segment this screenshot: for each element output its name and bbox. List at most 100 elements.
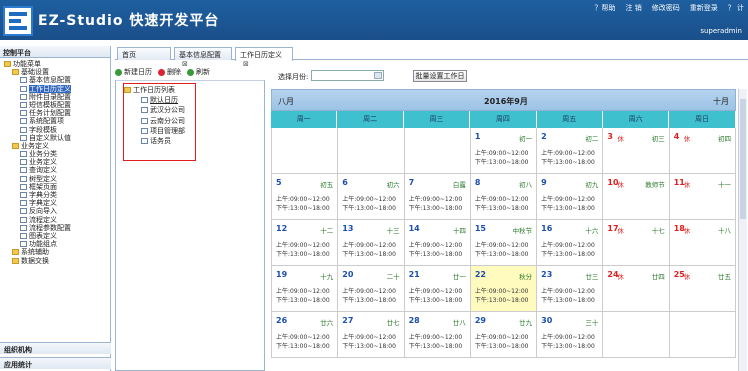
change-password-link[interactable]: 修改密码: [652, 3, 680, 13]
calendar-day-cell[interactable]: [272, 128, 339, 174]
menu-item[interactable]: 流程参数配置: [0, 224, 110, 232]
delete-icon: [158, 68, 165, 76]
tab-basic-info[interactable]: 基本信息配置⊠: [174, 47, 232, 68]
section-stats[interactable]: 应用统计: [0, 357, 111, 369]
calendar-item-project[interactable]: 项目管理部: [141, 127, 185, 136]
batch-set-workday-button[interactable]: 批量设置工作日: [413, 70, 467, 82]
calendar-item-label: 项目管理部: [150, 127, 185, 135]
calendar-item-yunnan[interactable]: 云南分公司: [141, 117, 185, 126]
day-number: 30: [541, 316, 553, 325]
afternoon-hours: 下午:13:00~18:00: [342, 297, 396, 304]
day-number: 13: [342, 224, 354, 233]
section-org[interactable]: 组织机构: [0, 342, 111, 354]
menu-item[interactable]: 业务定义: [0, 142, 110, 150]
menu-item[interactable]: 流程定义: [0, 216, 110, 224]
menu-item[interactable]: 树型定义: [0, 175, 110, 183]
scroll-thumb[interactable]: [740, 99, 746, 219]
logout-link[interactable]: 注 销: [626, 3, 642, 13]
menu-item[interactable]: 数据交换: [0, 257, 110, 265]
menu-item[interactable]: 短信模板配置: [0, 101, 110, 109]
tab-work-calendar[interactable]: 工作日历定义⊠: [235, 47, 293, 68]
calendar-day-cell[interactable]: [669, 312, 736, 358]
calendar-day-cell[interactable]: [603, 312, 670, 358]
calendar-day-cell[interactable]: 15 中秋节 上午:09:00~12:00 下午:13:00~18:00: [470, 220, 538, 266]
menu-item[interactable]: 基本信息配置: [0, 76, 110, 84]
calendar-day-cell[interactable]: 1 初一 上午:09:00~12:00 下午:13:00~18:00: [470, 128, 538, 174]
menu-item[interactable]: 自定义默认值: [0, 134, 110, 142]
menu-item[interactable]: 系统配置项: [0, 117, 110, 125]
lunar-label: 教师节: [645, 181, 665, 189]
calendar-day-cell[interactable]: 26 廿六 上午:09:00~12:00 下午:13:00~18:00: [272, 312, 339, 358]
menu-item[interactable]: 字段模板: [0, 126, 110, 134]
calendar-day-cell[interactable]: 17 十七休: [603, 220, 670, 266]
calendar-item-operator[interactable]: 话务员: [141, 137, 171, 146]
calendar-day-cell[interactable]: 16 十六 上午:09:00~12:00 下午:13:00~18:00: [537, 220, 604, 266]
calendar-day-cell[interactable]: [404, 128, 471, 174]
calendar-day-cell[interactable]: 20 二十 上午:09:00~12:00 下午:13:00~18:00: [338, 266, 405, 312]
calendar-day-cell[interactable]: 4 初四 休: [669, 128, 736, 174]
menu-item[interactable]: 反向导入: [0, 207, 110, 215]
menu-item[interactable]: 功能组点: [0, 240, 110, 248]
menu-item[interactable]: 查询定义: [0, 166, 110, 174]
calendar-item-label: 武汉分公司: [150, 106, 185, 114]
calendar-day-cell[interactable]: 25 廿五休: [669, 266, 736, 312]
menu-item[interactable]: 字典分类: [0, 191, 110, 199]
calendar-day-cell[interactable]: 11 十一休: [669, 174, 736, 220]
weekday-row: 周一 周二 周三 周四 周五 周六 周日: [271, 111, 736, 128]
calendar-day-cell[interactable]: 27 廿七 上午:09:00~12:00 下午:13:00~18:00: [338, 312, 405, 358]
calendar-day-cell[interactable]: 2 初二 上午:09:00~12:00 下午:13:00~18:00: [537, 128, 604, 174]
calendar-day-cell[interactable]: 23 廿三 上午:09:00~12:00 下午:13:00~18:00: [537, 266, 604, 312]
menu-item[interactable]: 功能菜单: [0, 60, 110, 68]
calendar-day-cell[interactable]: 14 十四 上午:09:00~12:00 下午:13:00~18:00: [404, 220, 471, 266]
calendar-day-cell[interactable]: 3 初三 休: [603, 128, 670, 174]
menu-item-label: 附件目录配置: [29, 92, 71, 101]
calendar-day-cell[interactable]: 12 十二 上午:09:00~12:00 下午:13:00~18:00: [272, 220, 339, 266]
month-select-input[interactable]: [311, 70, 384, 81]
calendar-day-cell[interactable]: 6 初六 上午:09:00~12:00 下午:13:00~18:00: [338, 174, 405, 220]
menu-item[interactable]: 图表定义: [0, 232, 110, 240]
morning-hours: 上午:09:00~12:00: [342, 196, 396, 203]
calendar-day-cell[interactable]: 13 十三 上午:09:00~12:00 下午:13:00~18:00: [338, 220, 405, 266]
menu-item[interactable]: 工作日历定义: [0, 84, 110, 93]
calendar-day-cell[interactable]: 28 廿八 上午:09:00~12:00 下午:13:00~18:00: [404, 312, 471, 358]
refresh-button[interactable]: 刷新: [187, 67, 210, 77]
calendar-day-cell[interactable]: 8 初八 上午:09:00~12:00 下午:13:00~18:00: [470, 174, 538, 220]
delete-button[interactable]: 删除: [158, 67, 181, 77]
menu-item-label: 系统辅助: [21, 248, 49, 257]
day-number: 28: [408, 316, 420, 325]
page-icon: [20, 126, 27, 133]
vertical-scrollbar[interactable]: [738, 89, 747, 371]
calendar-day-cell[interactable]: 24 廿四休: [603, 266, 670, 312]
next-month-link[interactable]: 十月: [713, 96, 729, 107]
calendar-picker-icon[interactable]: [374, 72, 382, 79]
calendar-day-cell[interactable]: 18 十八休: [669, 220, 736, 266]
calendar-day-cell[interactable]: 22 秋分 上午:09:00~12:00 下午:13:00~18:00: [470, 266, 538, 312]
calendar-day-cell[interactable]: 10 教师节休: [603, 174, 670, 220]
relogin-link[interactable]: 重新登录: [690, 3, 718, 13]
folder-icon: [4, 61, 11, 67]
tab-home[interactable]: 首页: [117, 47, 171, 60]
calendar-list-root[interactable]: 工作日历列表: [124, 86, 175, 95]
calendar-day-cell[interactable]: 30 三十 上午:09:00~12:00 下午:13:00~18:00: [537, 312, 604, 358]
prev-month-link[interactable]: 八月: [278, 96, 294, 107]
calendar-day-cell[interactable]: 19 十九 上午:09:00~12:00 下午:13:00~18:00: [272, 266, 339, 312]
calendar-day-cell[interactable]: 9 初九 上午:09:00~12:00 下午:13:00~18:00: [537, 174, 604, 220]
lunar-label: 廿四: [651, 273, 665, 281]
menu-item[interactable]: 附件目录配置: [0, 93, 110, 101]
calendar-item-default[interactable]: 默认日历: [141, 96, 178, 105]
lunar-label: 十二: [320, 227, 334, 235]
calendar-day-cell[interactable]: 29 廿九 上午:09:00~12:00 下午:13:00~18:00: [470, 312, 538, 358]
menu-item-label: 框架页面: [29, 182, 57, 191]
calendar-item-wuhan[interactable]: 武汉分公司: [141, 106, 185, 115]
about-link[interactable]: ？ 计: [728, 3, 744, 13]
help-link[interactable]: ？帮助: [595, 3, 616, 13]
new-calendar-button[interactable]: 新建日历: [115, 67, 152, 77]
calendar-day-cell[interactable]: 5 初五 上午:09:00~12:00 下午:13:00~18:00: [272, 174, 339, 220]
menu-item[interactable]: 框架页面: [0, 183, 110, 191]
menu-item[interactable]: 系统辅助: [0, 248, 110, 256]
calendar-day-cell[interactable]: [338, 128, 405, 174]
menu-item-label: 基本信息配置: [29, 76, 71, 85]
left-panel: 控制平台 功能菜单 基础设置 基本信息配置 工作日历定义 附件目录配置 短信模板配置 任务计…: [0, 46, 111, 371]
calendar-day-cell[interactable]: 7 白露 上午:09:00~12:00 下午:13:00~18:00: [404, 174, 471, 220]
calendar-day-cell[interactable]: 21 廿一 上午:09:00~12:00 下午:13:00~18:00: [404, 266, 471, 312]
